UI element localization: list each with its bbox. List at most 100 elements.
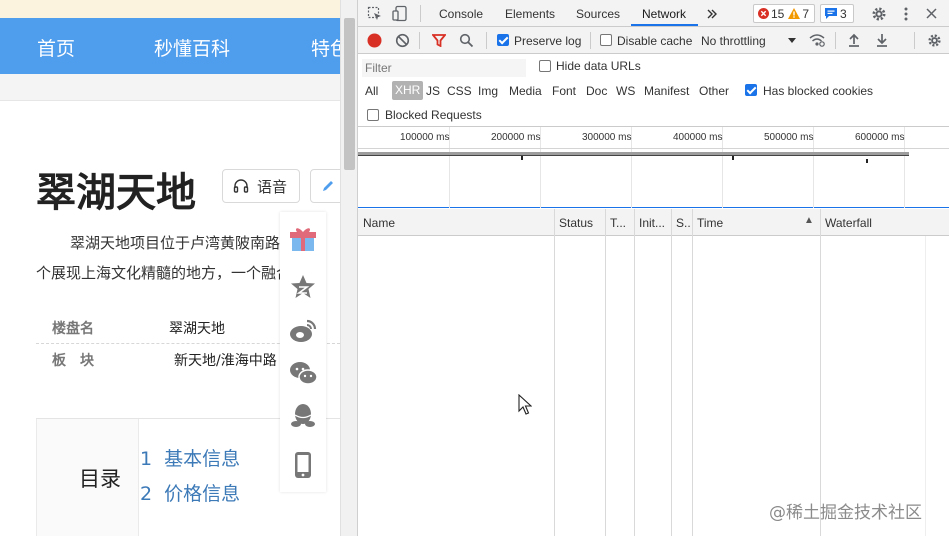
column-name[interactable]: Name bbox=[363, 216, 395, 230]
settings-gear-icon[interactable] bbox=[871, 6, 887, 22]
message-icon bbox=[825, 8, 837, 19]
page-scrollbar[interactable] bbox=[340, 0, 357, 536]
network-toolbar: Preserve log Disable cache No throttling bbox=[358, 27, 949, 54]
network-overview-timeline[interactable]: 100000 ms 200000 ms 300000 ms 400000 ms … bbox=[358, 127, 949, 208]
network-filter-bar: Hide data URLs All XHR JS CSS Img Media … bbox=[358, 54, 949, 127]
filter-type-ws[interactable]: WS bbox=[616, 84, 635, 98]
error-count: 15 bbox=[771, 6, 785, 21]
voice-button[interactable]: 语音 bbox=[222, 169, 300, 203]
column-divider[interactable] bbox=[692, 209, 693, 536]
filter-type-img[interactable]: Img bbox=[478, 84, 498, 98]
throttling-select[interactable]: No throttling bbox=[701, 34, 766, 48]
devtools-panel: Console Elements Sources Network 15 7 3 bbox=[357, 0, 949, 536]
blocked-requests-checkbox[interactable] bbox=[367, 109, 379, 121]
device-toolbar-icon[interactable] bbox=[392, 5, 408, 22]
preserve-log-label: Preserve log bbox=[514, 34, 582, 48]
network-conditions-wifi-icon[interactable] bbox=[809, 33, 825, 47]
mouse-cursor-icon bbox=[518, 394, 532, 415]
filter-type-manifest[interactable]: Manifest bbox=[644, 84, 689, 98]
weibo-icon[interactable] bbox=[288, 316, 318, 346]
column-divider[interactable] bbox=[634, 209, 635, 536]
inspect-element-icon[interactable] bbox=[367, 6, 383, 22]
column-divider[interactable] bbox=[671, 209, 672, 536]
chevron-down-icon[interactable] bbox=[788, 38, 796, 43]
requests-table-header: Name Status T... Init... S.. Time ▲ Wate… bbox=[358, 209, 949, 236]
mobile-icon[interactable] bbox=[288, 450, 318, 480]
filter-type-css[interactable]: CSS bbox=[447, 84, 472, 98]
toc-title-cell: 目录 bbox=[37, 419, 139, 536]
column-waterfall[interactable]: Waterfall bbox=[825, 216, 872, 230]
tab-network[interactable]: Network bbox=[642, 7, 686, 21]
column-divider[interactable] bbox=[554, 209, 555, 536]
waterfall-gridline bbox=[925, 236, 926, 536]
overview-header-line bbox=[358, 148, 949, 149]
toc-item-label: 基本信息 bbox=[164, 448, 241, 470]
disable-cache-checkbox[interactable] bbox=[600, 34, 612, 46]
column-type[interactable]: T... bbox=[610, 216, 626, 230]
devtools-tab-bar: Console Elements Sources Network 15 7 3 bbox=[358, 0, 949, 27]
filter-input[interactable] bbox=[362, 59, 526, 77]
clear-icon[interactable] bbox=[395, 33, 410, 48]
toc-item-price-info[interactable]: 2 价格信息 bbox=[140, 479, 240, 506]
pencil-icon bbox=[323, 181, 333, 191]
warning-icon bbox=[788, 8, 801, 19]
hide-data-urls-checkbox[interactable] bbox=[539, 60, 551, 72]
toc-item-number: 2 bbox=[140, 483, 153, 505]
filter-type-xhr[interactable]: XHR bbox=[392, 81, 424, 100]
blocked-requests-label: Blocked Requests bbox=[385, 108, 482, 122]
gift-icon[interactable] bbox=[288, 224, 318, 254]
column-status[interactable]: Status bbox=[559, 216, 593, 230]
overview-label: 600000 ms bbox=[855, 132, 905, 143]
more-tabs-chevron-icon[interactable] bbox=[706, 8, 718, 20]
preserve-log-checkbox[interactable] bbox=[497, 34, 509, 46]
qzone-star-icon[interactable] bbox=[288, 272, 318, 302]
overview-request-tick bbox=[521, 156, 523, 160]
edit-button[interactable] bbox=[310, 169, 340, 203]
filter-type-doc[interactable]: Doc bbox=[586, 84, 607, 98]
filter-type-media[interactable]: Media bbox=[509, 84, 542, 98]
info-label-block: 板 块 bbox=[52, 353, 94, 369]
requests-table: Name Status T... Init... S.. Time ▲ Wate… bbox=[358, 209, 949, 536]
column-initiator[interactable]: Init... bbox=[639, 216, 665, 230]
disable-cache-label: Disable cache bbox=[617, 34, 693, 48]
filter-funnel-icon[interactable] bbox=[432, 34, 446, 47]
toc-item-basic-info[interactable]: 1 基本信息 bbox=[140, 444, 240, 471]
sub-nav-strip bbox=[0, 74, 340, 101]
record-icon[interactable] bbox=[367, 33, 382, 48]
nav-featured[interactable]: 特色 bbox=[311, 34, 340, 61]
messages-badge[interactable]: 3 bbox=[820, 4, 854, 23]
error-warning-badge[interactable]: 15 7 bbox=[753, 4, 815, 23]
share-sidebar bbox=[280, 212, 326, 492]
import-har-upload-icon[interactable] bbox=[848, 33, 860, 47]
column-size[interactable]: S.. bbox=[676, 216, 691, 230]
nav-home[interactable]: 首页 bbox=[37, 34, 75, 61]
sort-ascending-icon: ▲ bbox=[804, 215, 814, 226]
search-icon[interactable] bbox=[459, 33, 474, 48]
column-time[interactable]: Time bbox=[697, 216, 723, 230]
filter-type-font[interactable]: Font bbox=[552, 84, 576, 98]
close-icon[interactable] bbox=[926, 8, 937, 19]
tab-sources[interactable]: Sources bbox=[576, 7, 620, 21]
toc-item-number: 1 bbox=[140, 448, 153, 470]
filter-type-all[interactable]: All bbox=[365, 84, 378, 98]
page-scrollbar-thumb[interactable] bbox=[344, 18, 355, 170]
filter-type-other[interactable]: Other bbox=[699, 84, 729, 98]
kebab-menu-icon[interactable] bbox=[903, 6, 909, 22]
hide-data-urls-label: Hide data URLs bbox=[556, 59, 641, 73]
qq-penguin-icon[interactable] bbox=[288, 400, 318, 430]
overview-request-tick bbox=[866, 159, 868, 163]
has-blocked-cookies-checkbox[interactable] bbox=[745, 84, 757, 96]
tab-elements[interactable]: Elements bbox=[505, 7, 555, 21]
overview-label: 400000 ms bbox=[673, 132, 723, 143]
overview-request-tick bbox=[732, 156, 734, 160]
has-blocked-cookies-label: Has blocked cookies bbox=[763, 84, 874, 98]
wechat-icon[interactable] bbox=[288, 358, 318, 388]
filter-type-js[interactable]: JS bbox=[426, 84, 440, 98]
webpage-viewport: 首页 秒懂百科 特色 翠湖天地 语音 翠湖天地项目位于卢湾黄陂南路50 个展现上… bbox=[0, 0, 340, 536]
column-divider[interactable] bbox=[820, 209, 821, 536]
column-divider[interactable] bbox=[605, 209, 606, 536]
export-har-download-icon[interactable] bbox=[876, 33, 888, 47]
tab-console[interactable]: Console bbox=[439, 7, 483, 21]
network-settings-gear-icon[interactable] bbox=[927, 33, 942, 48]
nav-miaodong[interactable]: 秒懂百科 bbox=[154, 34, 230, 61]
